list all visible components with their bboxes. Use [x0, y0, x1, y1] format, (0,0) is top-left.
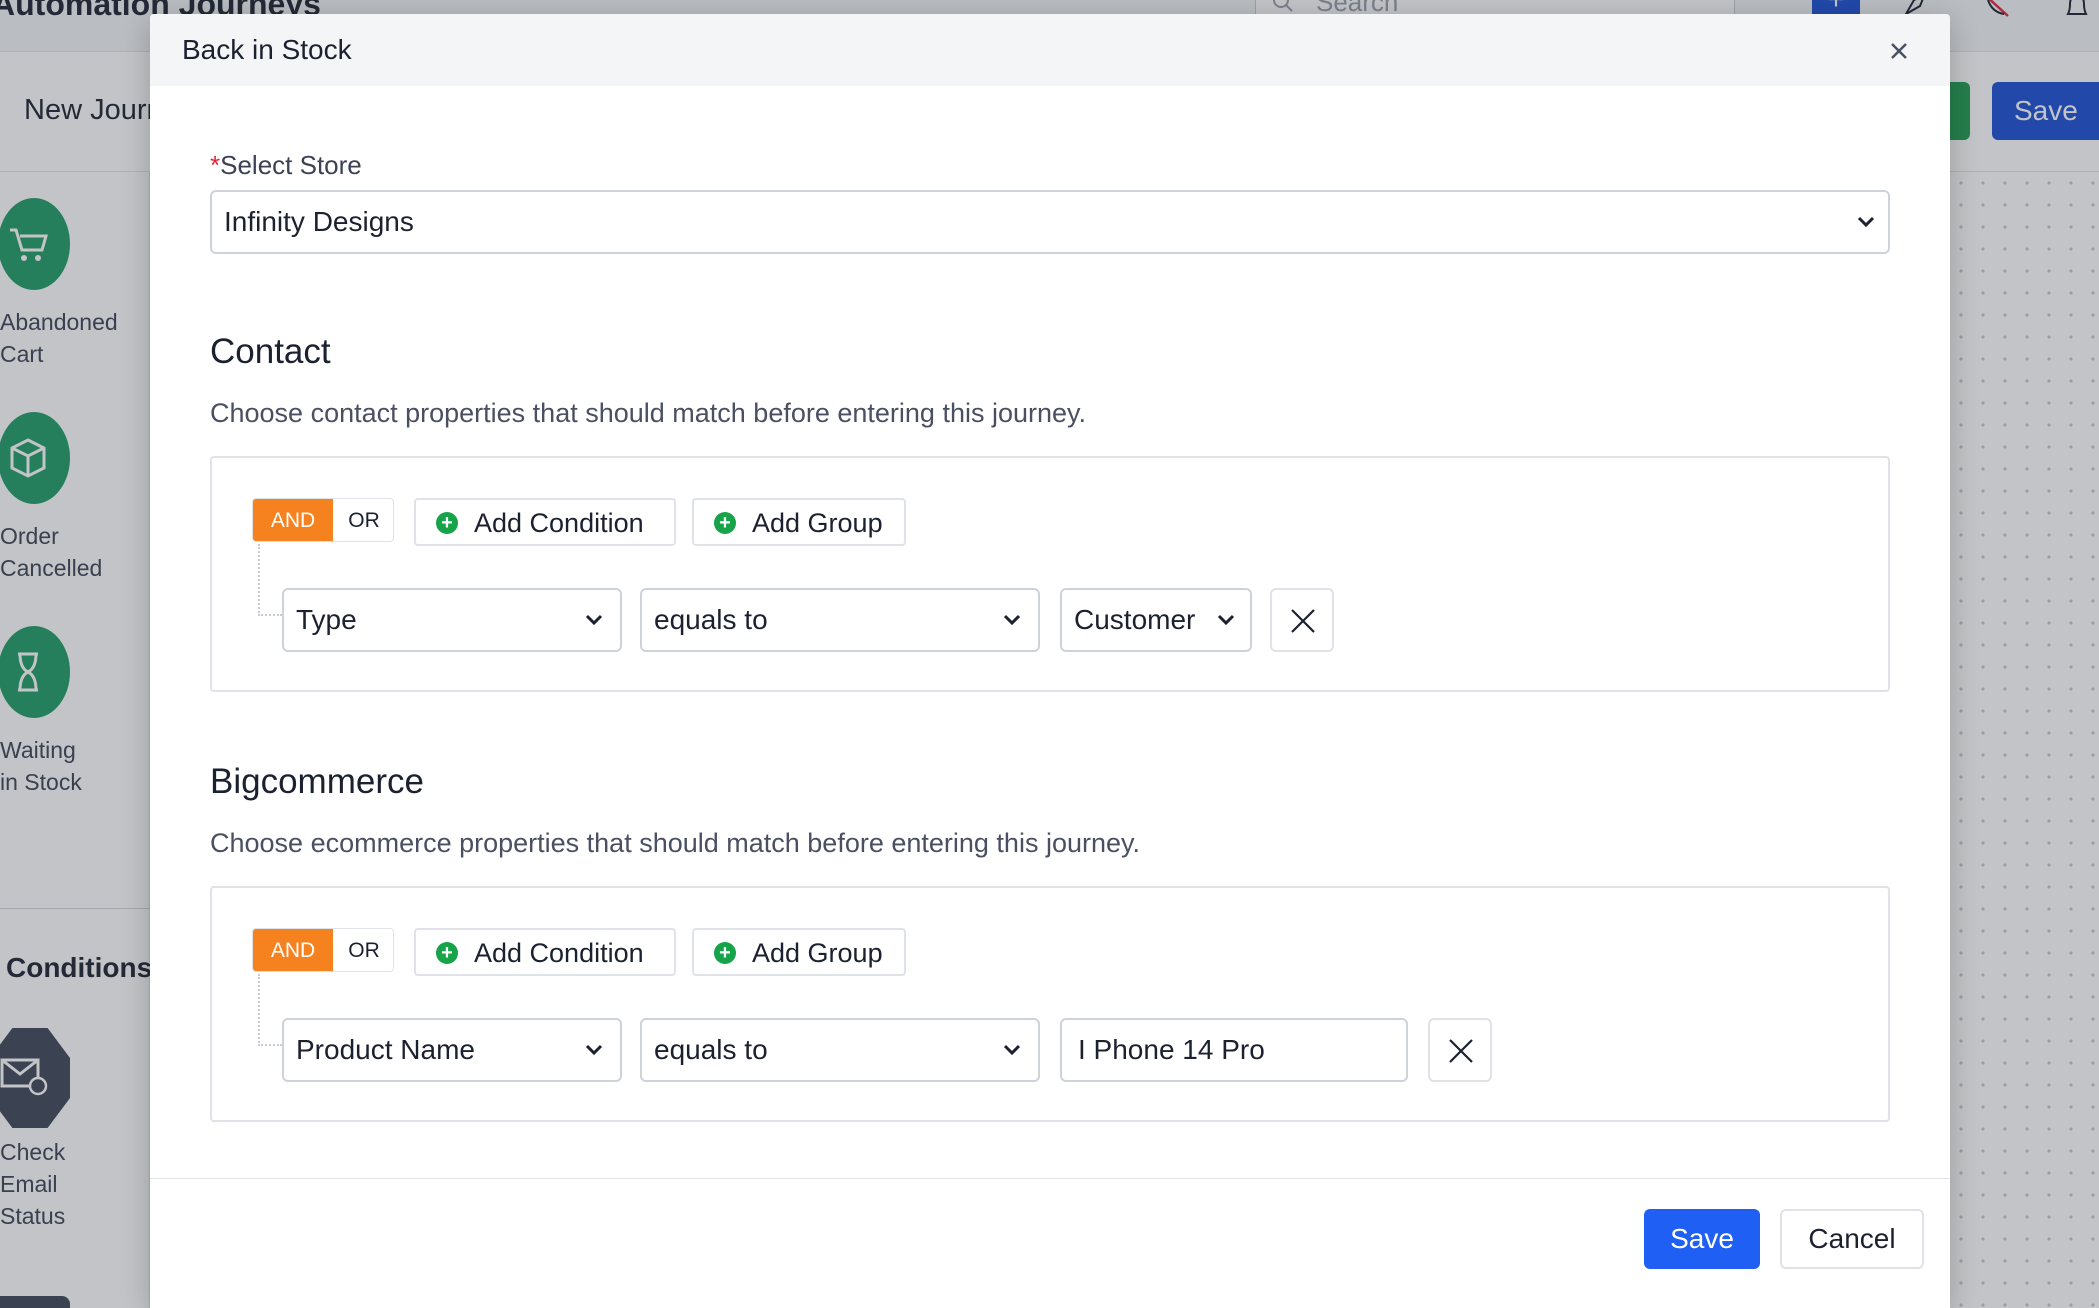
chevron-down-icon: [1003, 614, 1021, 626]
chevron-down-icon: [585, 614, 603, 626]
condition-tree-connector: [258, 974, 282, 1046]
add-condition-label: Add Condition: [474, 938, 644, 968]
dialog-title: Back in Stock: [182, 34, 352, 65]
contact-value-select[interactable]: Customer: [1060, 588, 1252, 652]
add-condition-label: Add Condition: [474, 508, 644, 538]
chevron-down-icon: [1003, 1044, 1021, 1056]
close-icon: [1291, 609, 1315, 633]
contact-operator-value: equals to: [654, 604, 768, 635]
plus-circle-icon: +: [714, 942, 736, 964]
contact-remove-condition-button[interactable]: [1270, 588, 1334, 652]
bigcommerce-field-value: Product Name: [296, 1034, 475, 1065]
contact-and-button[interactable]: AND: [253, 499, 333, 541]
bigcommerce-and-or-toggle: AND OR: [252, 928, 394, 972]
bigcommerce-section-title: Bigcommerce: [210, 762, 424, 801]
contact-add-group-button[interactable]: + Add Group: [692, 498, 906, 546]
plus-circle-icon: +: [436, 512, 458, 534]
bigcommerce-or-button[interactable]: OR: [333, 929, 393, 971]
close-icon[interactable]: [1884, 36, 1914, 66]
bigcommerce-remove-condition-button[interactable]: [1428, 1018, 1492, 1082]
bigcommerce-field-select[interactable]: Product Name: [282, 1018, 622, 1082]
bigcommerce-add-group-button[interactable]: + Add Group: [692, 928, 906, 976]
contact-section-title: Contact: [210, 332, 331, 371]
bigcommerce-operator-value: equals to: [654, 1034, 768, 1065]
bigcommerce-and-button[interactable]: AND: [253, 929, 333, 971]
contact-operator-select[interactable]: equals to: [640, 588, 1040, 652]
add-group-label: Add Group: [752, 938, 883, 968]
dialog-body: *Select Store Infinity Designs Contact C…: [150, 86, 1950, 1178]
contact-and-or-toggle: AND OR: [252, 498, 394, 542]
plus-circle-icon: +: [714, 512, 736, 534]
save-button[interactable]: Save: [1644, 1209, 1760, 1269]
contact-field-value: Type: [296, 604, 357, 635]
select-store-value: Infinity Designs: [224, 206, 414, 237]
bigcommerce-condition-group: AND OR + Add Condition + Add Group Produ…: [210, 886, 1890, 1122]
select-store-dropdown[interactable]: Infinity Designs: [210, 190, 1890, 254]
required-mark: *: [210, 150, 221, 180]
dialog-footer: Save Cancel: [150, 1178, 1950, 1308]
contact-or-button[interactable]: OR: [333, 499, 393, 541]
close-icon: [1449, 1039, 1473, 1063]
bigcommerce-add-condition-button[interactable]: + Add Condition: [414, 928, 676, 976]
chevron-down-icon: [585, 1044, 603, 1056]
cancel-button[interactable]: Cancel: [1780, 1209, 1924, 1269]
back-in-stock-dialog: Back in Stock *Select Store Infinity Des…: [150, 14, 1950, 1308]
select-store-label-text: Select Store: [220, 150, 362, 180]
contact-section-description: Choose contact properties that should ma…: [210, 398, 1087, 428]
contact-add-condition-button[interactable]: + Add Condition: [414, 498, 676, 546]
condition-tree-connector: [258, 544, 282, 616]
plus-circle-icon: +: [436, 942, 458, 964]
bigcommerce-section-description: Choose ecommerce properties that should …: [210, 828, 1140, 858]
select-store-label: *Select Store: [210, 150, 362, 181]
contact-field-select[interactable]: Type: [282, 588, 622, 652]
add-group-label: Add Group: [752, 508, 883, 538]
contact-condition-group: AND OR + Add Condition + Add Group Type …: [210, 456, 1890, 692]
bigcommerce-operator-select[interactable]: equals to: [640, 1018, 1040, 1082]
dialog-header: Back in Stock: [150, 14, 1950, 86]
contact-value-value: Customer: [1074, 604, 1196, 635]
bigcommerce-value-input[interactable]: [1060, 1018, 1408, 1082]
chevron-down-icon: [1217, 614, 1235, 626]
chevron-down-icon: [1857, 216, 1875, 228]
